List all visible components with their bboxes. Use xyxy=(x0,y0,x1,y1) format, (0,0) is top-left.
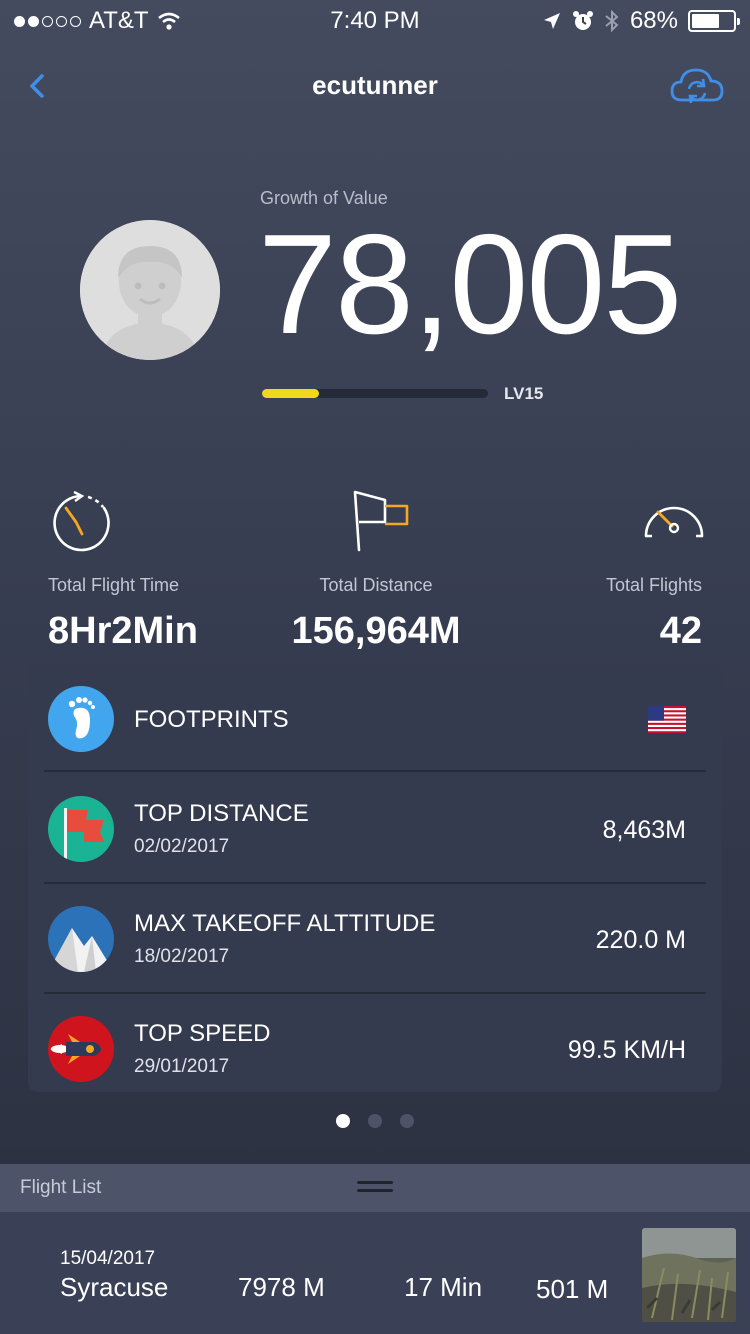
photo-thumbnail-image xyxy=(642,1228,736,1322)
nav-bar: ecutunner xyxy=(0,60,750,110)
cloud-sync-icon[interactable] xyxy=(668,64,726,108)
status-right: 68% xyxy=(542,7,740,35)
stat-value: 8Hr2Min xyxy=(48,610,198,652)
record-title: MAX TAKEOFF ALTTITUDE xyxy=(134,910,436,937)
stat-label: Total Distance xyxy=(319,575,433,595)
record-row[interactable]: MAX TAKEOFF ALTTITUDE 18/02/2017 220.0 M xyxy=(28,884,722,992)
page-dot[interactable] xyxy=(368,1114,382,1128)
flight-list-title: Flight List xyxy=(20,1177,102,1198)
record-value: 220.0 M xyxy=(595,926,686,954)
record-value: 8,463M xyxy=(602,816,686,844)
location-arrow-icon xyxy=(543,13,560,29)
stat-label: Total Flight Time xyxy=(48,575,180,595)
level-progress-fill xyxy=(262,389,319,398)
record-value: 99.5 KM/H xyxy=(567,1036,686,1064)
record-title: TOP SPEED xyxy=(134,1020,271,1047)
record-row[interactable]: TOP SPEED 29/01/2017 99.5 KM/H xyxy=(28,994,722,1092)
alarm-icon xyxy=(572,11,593,30)
stat-distance: Total Distance 156,964M xyxy=(286,488,466,653)
stopwatch-icon xyxy=(53,490,110,552)
battery-icon xyxy=(688,10,740,32)
rocket-icon xyxy=(48,1016,114,1082)
flight-distance: 7978 M xyxy=(238,1272,325,1302)
speedometer-icon xyxy=(644,506,704,538)
us-flag-icon xyxy=(648,706,686,733)
footprints-label: FOOTPRINTS xyxy=(134,706,289,733)
stat-value: 42 xyxy=(659,610,702,652)
drag-handle-icon[interactable] xyxy=(357,1181,393,1195)
record-date: 29/01/2017 xyxy=(134,1056,230,1077)
flight-location: Syracuse xyxy=(60,1272,169,1302)
flag-icon xyxy=(353,490,409,552)
red-flag-icon xyxy=(48,796,114,862)
page-dot-active[interactable] xyxy=(336,1114,350,1128)
stat-flight-time: Total Flight Time 8Hr2Min xyxy=(48,488,198,653)
stat-value: 156,964M xyxy=(291,610,461,652)
record-row[interactable]: TOP DISTANCE 02/02/2017 8,463M xyxy=(28,772,722,882)
page-indicator[interactable] xyxy=(0,1114,750,1128)
growth-value: 78,005 xyxy=(258,205,682,364)
flight-date: 15/04/2017 xyxy=(60,1248,156,1269)
flight-duration: 17 Min xyxy=(404,1272,483,1302)
record-date: 18/02/2017 xyxy=(134,946,230,967)
status-bar: AT&T 7:40 PM 68% xyxy=(0,0,750,40)
flight-list-row[interactable]: 15/04/2017 Syracuse 7978 M 17 Min 501 M xyxy=(0,1212,750,1334)
footprint-icon xyxy=(48,686,114,752)
avatar[interactable] xyxy=(80,220,220,360)
level-label: LV15 xyxy=(504,384,544,403)
record-date: 02/02/2017 xyxy=(134,836,230,857)
battery-percent: 68% xyxy=(629,7,678,34)
footprints-row[interactable]: FOOTPRINTS xyxy=(28,664,722,770)
flight-thumbnail[interactable] xyxy=(642,1228,736,1322)
record-title: TOP DISTANCE xyxy=(134,800,309,827)
level-progress-bar xyxy=(262,389,488,398)
records-card: FOOTPRINTS TOP DISTANCE 02/02/2017 8,463… xyxy=(28,664,722,1092)
bluetooth-icon xyxy=(605,9,619,33)
flight-altitude: 501 M xyxy=(536,1274,609,1304)
page-dot[interactable] xyxy=(400,1114,414,1128)
page-title: ecutunner xyxy=(312,70,438,100)
user-avatar-icon xyxy=(80,220,220,360)
stat-label: Total Flights xyxy=(605,575,702,595)
mountain-icon xyxy=(48,906,114,972)
stat-flights: Total Flights 42 xyxy=(605,488,704,653)
flight-list-header[interactable]: Flight List xyxy=(0,1164,750,1212)
